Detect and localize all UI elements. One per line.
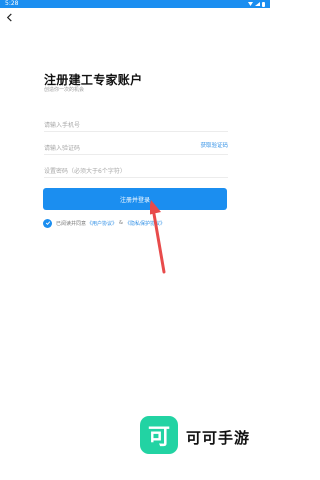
- battery-icon: [262, 1, 265, 7]
- pointer-arrow-icon: [150, 200, 166, 274]
- agreement-checkbox[interactable]: [43, 218, 52, 228]
- back-button[interactable]: [3, 11, 15, 23]
- back-arrow-icon: [6, 12, 12, 22]
- wifi-icon: [248, 2, 253, 6]
- phone-input[interactable]: [44, 117, 184, 134]
- agreement-row: 已阅读并同意 《用户协议》 & 《隐私保护协议》: [43, 217, 165, 229]
- signal-icon: [255, 2, 260, 6]
- page-subtitle: 创造你一次的机会: [44, 87, 85, 93]
- register-login-button[interactable]: 注册并登录: [43, 188, 227, 210]
- password-field: [44, 158, 228, 180]
- watermark-brand-name: 可可手游: [186, 429, 251, 447]
- password-input[interactable]: [44, 163, 184, 180]
- code-field: 获取验证码: [44, 135, 228, 157]
- agreement-separator: &: [119, 220, 123, 226]
- get-code-button[interactable]: 获取验证码: [200, 141, 228, 149]
- status-time: 5:28: [5, 0, 19, 7]
- agreement-prefix: 已阅读并同意: [56, 220, 87, 227]
- status-icons: [248, 0, 265, 8]
- code-input[interactable]: [44, 140, 184, 157]
- watermark-logo: 可: [140, 416, 178, 454]
- status-bar: 5:28: [0, 0, 270, 8]
- phone-field: [44, 112, 228, 134]
- user-agreement-link[interactable]: 《用户协议》: [87, 220, 117, 227]
- check-icon: [45, 221, 50, 225]
